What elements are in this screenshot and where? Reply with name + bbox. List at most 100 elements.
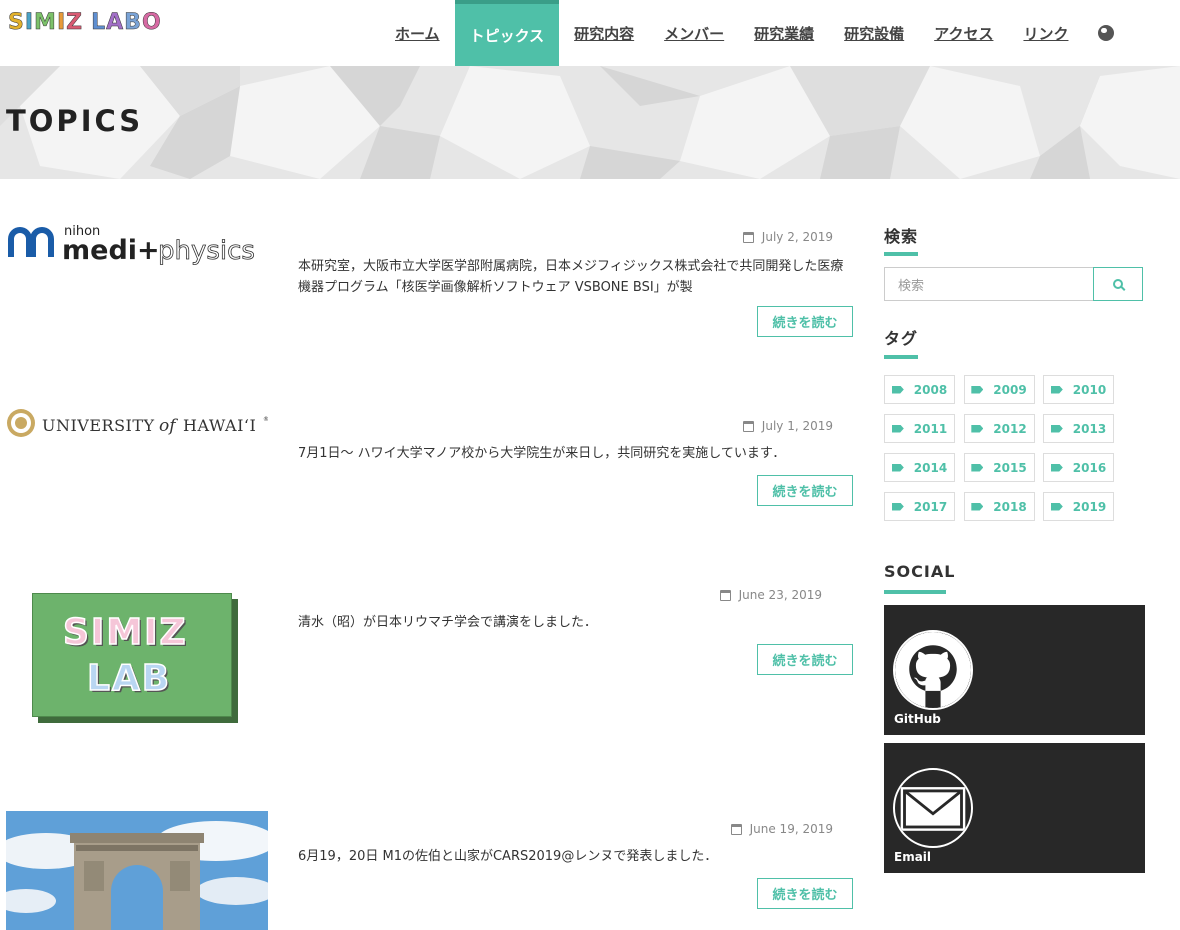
registered-mark: ® [263,416,268,423]
post-excerpt: 7月1日〜 ハワイ大学マノア校から大学院生が来日し，共同研究を実施しています． [298,446,786,461]
nihon-medi-physics-logo: nihon medi+ physics [8,224,255,266]
page-banner: TOPICS [0,66,1180,179]
logo-letter: I [56,10,67,36]
post-thumbnail-arc-de-triomphe[interactable] [6,811,268,930]
nav-research[interactable]: 研究内容 [559,0,649,66]
post-thumbnail-simiz-lab[interactable]: SIMIZ LAB [32,593,240,725]
tag-2011[interactable]: 2011 [884,414,955,443]
site-logo[interactable]: SIMIZ LABO [8,10,162,36]
nav-home[interactable]: ホーム [380,0,455,66]
post-excerpt: 清水（昭）が日本リウマチ学会で講演をしました． [298,615,598,630]
topic-post: June 19, 2019 6月19，20日 M1の佐伯と山家がCARS2019… [0,810,860,930]
post-excerpt: 本研究室，大阪市立大学医学部附属病院，日本メジフィジックス株式会社で共同開発した… [298,259,844,295]
tag-label: 2009 [993,382,1027,397]
brand-medi: medi+ [62,235,160,265]
brand-hawaii: HAWAI‘I [183,416,256,435]
social-heading: SOCIAL [884,562,956,581]
calendar-icon [719,589,731,601]
tag-2014[interactable]: 2014 [884,453,955,482]
nav-members[interactable]: メンバー [649,0,739,66]
tag-2010[interactable]: 2010 [1043,375,1114,404]
email-icon [893,768,973,848]
post-date: July 2, 2019 [742,230,833,244]
github-icon [893,630,973,710]
nav-links[interactable]: リンク [1008,0,1083,66]
post-excerpt: 6月19，20日 M1の佐伯と山家がCARS2019@レンヌで発表しました． [298,849,718,864]
post-date-text: July 1, 2019 [761,419,833,433]
logo-letter: A [106,10,125,36]
tag-2018[interactable]: 2018 [963,492,1035,521]
tag-label: 2016 [1072,460,1107,475]
github-octocat [895,632,971,708]
nav-achievements[interactable]: 研究業績 [739,0,829,66]
simiz-lab-line1: SIMIZ [62,611,188,654]
heading-underline [884,590,946,594]
post-date-text: July 2, 2019 [761,230,833,244]
university-of-hawaii-logo: UNIVERSITY of HAWAI‘I ® [7,409,269,437]
post-date: June 19, 2019 [730,822,833,836]
calendar-icon [730,823,742,835]
post-date: July 1, 2019 [742,419,833,433]
tag-icon [1050,424,1063,433]
main-nav: ホーム トピックス 研究内容 メンバー 研究業績 研究設備 アクセス リンク [380,0,1129,66]
tag-2009[interactable]: 2009 [963,375,1035,404]
read-more-button[interactable]: 続きを読む [757,878,853,909]
tag-2015[interactable]: 2015 [963,453,1035,482]
tag-label: 2014 [913,460,948,475]
tag-icon [891,385,904,394]
nav-topics[interactable]: トピックス [454,0,560,66]
tag-icon [1050,385,1063,394]
tag-label: 2017 [913,499,948,514]
nav-access[interactable]: アクセス [919,0,1008,66]
post-thumbnail-nihon-medi-physics[interactable]: nihon medi+ physics [6,215,268,266]
logo-letter: I [24,10,35,36]
logo-letter: S [8,10,25,36]
topic-post: UNIVERSITY of HAWAI‘I ® July 1, 2019 7月1… [0,400,860,520]
tag-2008[interactable]: 2008 [884,375,955,404]
tag-icon [971,424,984,433]
tag-label: 2008 [913,382,948,397]
logo-letter: Z [66,10,84,36]
tag-icon [891,463,904,472]
tag-2017[interactable]: 2017 [884,492,955,521]
topic-post: nihon medi+ physics July 2, 2019 本研究室，大阪… [0,210,860,350]
post-thumbnail-hawaii[interactable]: UNIVERSITY of HAWAI‘I ® [6,407,269,441]
topic-post: SIMIZ LAB June 23, 2019 清水（昭）が日本リウマチ学会で講… [0,585,860,735]
logo-letter: M [34,10,57,36]
tag-label: 2019 [1072,499,1107,514]
search-heading: 検索 [884,227,919,246]
simiz-lab-line2: LAB [86,657,172,700]
social-email-card[interactable]: Email [884,743,1145,873]
arc-de-triomphe-photo [6,811,268,930]
heading-underline [884,252,918,256]
tag-label: 2015 [993,460,1027,475]
banner-pattern [0,66,1180,179]
globe-icon [1098,25,1115,41]
tag-icon [971,385,984,394]
search-button[interactable] [1093,267,1143,301]
social-github-card[interactable]: GitHub [884,605,1145,735]
tag-icon [1050,463,1063,472]
read-more-button[interactable]: 続きを読む [757,475,853,506]
post-date-text: June 23, 2019 [738,588,822,602]
tag-2019[interactable]: 2019 [1043,492,1114,521]
github-label: GitHub [894,712,941,726]
tag-label: 2012 [993,421,1027,436]
nav-facilities[interactable]: 研究設備 [829,0,919,66]
read-more-button[interactable]: 続きを読む [757,644,853,675]
tag-2012[interactable]: 2012 [963,414,1035,443]
brand-university: UNIVERSITY [42,416,155,435]
calendar-icon [742,231,754,243]
email-label: Email [894,850,932,864]
tag-2013[interactable]: 2013 [1043,414,1114,443]
logo-letter: L [91,10,107,36]
search-input[interactable]: 検索 [884,267,1094,301]
tag-icon [1050,502,1063,511]
logo-letter: B [124,10,142,36]
tag-2016[interactable]: 2016 [1043,453,1114,482]
tag-label: 2013 [1072,421,1107,436]
search-icon [1113,279,1123,289]
language-switch[interactable] [1083,0,1129,66]
read-more-button[interactable]: 続きを読む [757,306,853,337]
logo-letter: O [141,10,162,36]
